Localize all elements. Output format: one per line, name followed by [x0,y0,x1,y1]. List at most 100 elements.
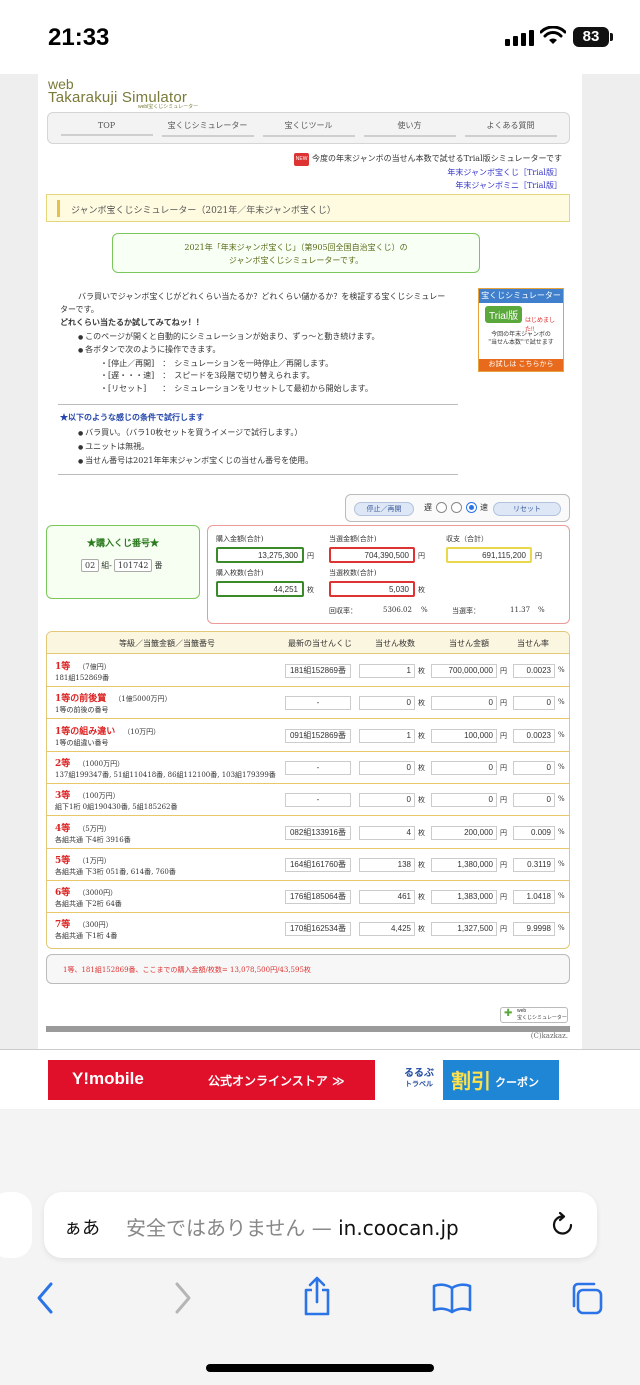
ymobile-text: 公式オンラインストア ≫ [208,1074,345,1088]
prize-numbers: 1等の組違い番号 [55,738,109,747]
forward-icon[interactable] [172,1280,194,1316]
rurubu-ad[interactable]: るるぶ トラベル 割引 クーポン [395,1060,559,1100]
trial-link-nenmatsu-jumbo[interactable]: 年末ジャンボ宝くじ［Trial版］ [294,166,562,179]
yen-unit: 円 [500,763,507,772]
nav-faq[interactable]: よくある質問 [464,120,557,137]
purchase-amount: 13,275,300 [216,547,304,563]
prize-amount: （100万円） [78,792,120,801]
table-row: 1等の組み違い （10万円） 1等の組違い番号 091組152869番 1 枚 100,00… [47,720,569,752]
latest-winning-ticket: 164組161760番 [285,857,351,872]
prize-label: 2等 [55,758,71,769]
nav-top[interactable]: TOP [60,121,153,136]
result-message: 1等、181組152869番、ここまでの購入金額/枚数= 13,078,500円… [63,966,311,974]
mai-unit: 枚 [418,699,425,708]
prize-numbers: 組下1桁 0組190430番, 5組185262番 [55,803,178,812]
yen-unit: 円 [535,552,542,560]
prize-name: 1等の前後賞 （1億5000万円） [55,691,172,704]
url-prefix: 安全ではありません — [126,1216,339,1240]
win-rate-cell: 0.009 [513,825,555,840]
win-count-cell: 0 [359,760,415,775]
prize-numbers: 137組199347番, 51組110418番, 86組112100番, 103… [55,770,276,779]
table-row: 1等 （7億円） 181組152869番 181組152869番 1 枚 700,000,0… [47,655,569,687]
trial-links: NEW 今度の年末ジャンボの当せん本数で試せるTrial版シミュレーターです 年… [293,152,562,192]
mai-unit: 枚 [418,828,425,837]
prize-name: 1等の組み違い （10万円） [55,724,160,737]
message-box: 1等、181組152869番、ここまでの購入金額/枚数= 13,078,500円… [46,954,570,984]
purchase-amount-label: 購入金額(合計) [216,535,264,543]
rurubu-logo: るるぶ トラベル [395,1060,443,1100]
prize-name: 4等 （5万円） [55,821,111,834]
prize-label: 3等 [55,791,71,802]
yen-unit: 円 [500,699,507,708]
bookmarks-icon[interactable] [432,1282,472,1314]
ymobile-ad[interactable]: Y!mobile 公式オンラインストア ≫ [48,1060,375,1100]
footer-logo-line-1: web [517,1008,527,1014]
nav-simulator[interactable]: 宝くじシミュレーター [161,120,254,137]
new-badge: NEW [293,152,310,166]
divider [58,404,458,405]
address-bar[interactable]: ぁあ 安全ではありません — in.coocan.jp [44,1192,597,1258]
mai-unit: 枚 [307,586,314,594]
win-rate-cell: 0 [513,760,555,775]
status-bar: 21:33 83 [0,0,640,74]
op-speed: ・[遅・・・速] ： スピードを3段階で切り替えられます。 [100,371,315,380]
prize-label: 5等 [55,855,71,866]
cellular-signal-icon [505,30,534,46]
prize-label: 1等 [55,662,71,672]
prize-amount: （10万円） [123,727,161,736]
win-count-cell: 461 [359,890,415,905]
ticket-number: 101742 [113,559,153,572]
nav-howto[interactable]: 使い方 [363,120,456,137]
balance: 691,115,200 [446,547,532,563]
win-money-cell: 0 [431,696,497,711]
prize-name: 3等 （100万円） [55,788,120,801]
section-title: ジャンボ宝くじシミュレーター（2021年／年末ジャンボ宝くじ） [46,194,570,222]
trial-note: 今度の年末ジャンボの当せん本数で試せるTrial版シミュレーターです [311,154,562,163]
mai-unit: 枚 [418,796,425,805]
win-count-cell: 1 [359,664,415,678]
page-settings-button[interactable]: ぁあ [64,1214,100,1240]
speed-radio-3[interactable] [466,502,477,513]
reset-button[interactable]: リセット [493,502,561,516]
site-logo[interactable]: web Takarakuji Simulator webl宝くじシミュレーター [48,77,198,110]
trial-link-nenmatsu-mini[interactable]: 年末ジャンボミニ［Trial版］ [294,179,562,192]
bullet-1: このページが開くと自動的にシミュレーションが始まり、ずっ～と動き続けます。 [78,331,478,345]
ymobile-logo: Y!mobile [72,1069,144,1088]
footer-logo[interactable]: web 宝くじシミュレーター [500,1007,568,1023]
win-money-cell: 1,383,000 [431,890,497,905]
win-count-cell: 0 [359,793,415,808]
yen-unit: 円 [500,893,507,902]
op-stop: ・[停止／再開] ： シミュレーションを一時停止／再開します。 [100,358,334,368]
intro-text: バラ買いでジャンボ宝くじがどれくらい当たるか？どれくらい儲かるか？を検証する宝く… [60,291,478,395]
col-latest: 最新の当せんくじ [288,639,352,648]
logo-line-2: Takarakuji Simulator [48,89,188,106]
ticket-number-unit: 番 [154,561,163,570]
mai-unit: 枚 [418,731,425,740]
speed-radio-1[interactable] [436,502,447,513]
win-count-cell: 0 [359,696,415,711]
table-header: 等級／当籤金額／当籤番号 最新の当せんくじ 当せん枚数 当せん金額 当せん率 [47,632,569,654]
section-title-text: ジャンボ宝くじシミュレーター（2021年／年末ジャンボ宝くじ） [71,206,336,216]
prize-amount: （7億円） [78,663,111,671]
share-icon[interactable] [302,1276,332,1316]
intro-line-2: ターです。 [60,304,99,314]
latest-winning-ticket: - [285,696,351,711]
yen-unit: 円 [500,731,507,740]
speed-radio-2[interactable] [451,502,462,513]
back-icon[interactable] [34,1280,56,1316]
win-money-cell: 700,000,000 [431,664,497,678]
trial-ad-banner[interactable]: 宝くじシミュレーター Trial版 はじめました!! 今回の年末ジャンボの "当… [478,288,564,372]
win-rate-cell: 0.0023 [513,728,555,743]
col-rate: 当せん率 [517,639,549,648]
stop-resume-button[interactable]: 停止／再開 [354,502,414,516]
pct-unit: % [421,606,428,614]
win-rate-label: 当選率： [452,607,480,615]
reload-icon[interactable] [550,1210,576,1238]
previous-tab-peek[interactable] [0,1192,32,1258]
mai-unit: 枚 [418,667,425,675]
trial-ad-foot: お試しは こちらから [479,359,563,371]
nav-tools[interactable]: 宝くじツール [262,120,355,137]
win-count-cell: 138 [359,857,415,872]
tabs-icon[interactable] [568,1280,604,1316]
intro-box-line-1: 2021年「年末ジャンボ宝くじ」（第905回全国自治宝くじ）の [184,243,408,252]
